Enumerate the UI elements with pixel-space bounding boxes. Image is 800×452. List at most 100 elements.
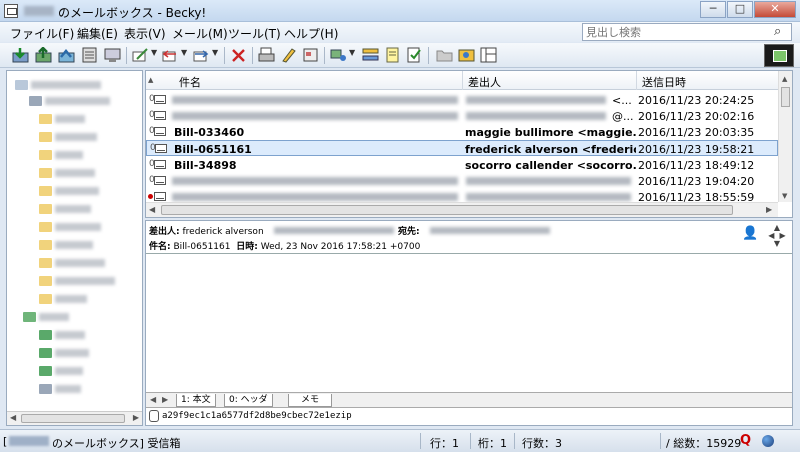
check-note-icon[interactable] [406,47,423,63]
folder-icon[interactable] [39,258,52,268]
filter-icon[interactable] [330,47,347,63]
plugin-icon[interactable] [458,47,475,63]
mailbox-icon[interactable] [15,80,28,90]
receive-mail-icon[interactable] [12,47,29,63]
print-icon[interactable] [258,47,275,63]
menu-tools[interactable]: ツール(T) [228,25,281,42]
title-bar: のメールボックス - Becky! ─ □ ✕ [0,0,800,22]
row-from: @... [612,110,634,123]
scroll-left-icon[interactable]: ◀ [10,413,16,422]
close-button[interactable]: ✕ [754,1,796,18]
sort-arrow-icon[interactable]: ▲ [148,76,153,84]
folder-icon[interactable] [39,204,52,214]
window-layout-toggle[interactable] [764,44,794,67]
send-receive-icon[interactable] [35,46,52,63]
search-input[interactable] [582,23,792,41]
message-row[interactable]: 0 <... 2016/11/23 20:24:25 [146,92,778,108]
address-book-icon[interactable] [81,47,98,63]
date-label: 日時: [236,242,258,252]
folder-icon[interactable] [39,222,52,232]
menu-file[interactable]: ファイル(F) [10,25,74,42]
scroll-down-icon[interactable]: ▼ [782,192,787,200]
reply-icon[interactable] [162,47,179,63]
message-row-selected[interactable]: 0 Bill-0651161 frederick alverson <frede… [146,140,778,156]
forward-icon[interactable] [193,47,210,63]
folder-icon[interactable] [39,330,52,340]
message-row[interactable]: 0 2016/11/23 19:04:20 [146,173,778,189]
folder-icon[interactable] [39,276,52,286]
folder-icon[interactable] [39,132,52,142]
compose-icon[interactable] [132,47,149,63]
folder-icon[interactable] [39,186,52,196]
sort-icon[interactable] [362,47,379,63]
screen-icon[interactable] [104,47,121,63]
column-divider[interactable] [636,71,637,90]
scroll-thumb[interactable] [161,205,733,215]
tab-scroll-right-icon[interactable]: ▶ [162,395,168,404]
message-row[interactable]: 0 Bill-033460 maggie bullimore <maggie.b… [146,124,778,140]
folder-icon[interactable] [39,150,52,160]
minimize-button[interactable]: ─ [700,1,726,18]
delete-icon[interactable] [230,47,247,63]
menu-view[interactable]: 表示(V) [124,25,166,42]
blurred-folder-label [55,133,97,141]
menu-edit[interactable]: 編集(E) [77,25,118,42]
folder-icon[interactable] [39,168,52,178]
folder-horizontal-scrollbar[interactable]: ◀ ▶ [7,411,142,425]
chevron-down-icon[interactable]: ▼ [151,48,157,57]
scroll-thumb[interactable] [781,87,790,107]
from-value[interactable]: frederick alverson [182,227,263,237]
scroll-right-icon[interactable]: ▶ [766,205,772,214]
add-contact-icon[interactable]: 👤 [742,226,758,241]
mailbox-icon[interactable] [29,96,42,106]
tab-scroll-left-icon[interactable]: ◀ [150,395,156,404]
scroll-up-icon[interactable]: ▲ [782,75,787,83]
search-icon[interactable]: ⌕ [774,24,781,39]
list-horizontal-scrollbar[interactable]: ◀ ▶ [146,202,778,217]
folder-icon[interactable] [436,47,453,63]
status-separator [660,433,661,449]
column-subject[interactable]: 件名 [179,74,201,90]
scroll-left-icon[interactable]: ◀ [149,205,155,214]
menu-help[interactable]: ヘルプ(H) [284,25,338,42]
folder-icon[interactable] [39,366,52,376]
message-list[interactable]: ▲ 件名 差出人 送信日時 0 <... 2016/11/23 20:24:25… [145,70,793,218]
folder-icon[interactable] [39,384,52,394]
message-row[interactable]: 0 Bill-34898 socorro callender <socorro.… [146,157,778,173]
chevron-down-icon[interactable]: ▼ [349,48,355,57]
scroll-right-icon[interactable]: ▶ [133,413,139,422]
mailbox-icon[interactable] [23,312,36,322]
list-vertical-scrollbar[interactable]: ▲ ▼ [778,71,792,202]
column-from[interactable]: 差出人 [468,74,501,90]
memo-icon[interactable] [384,47,401,63]
tab-memo[interactable]: メモ [288,394,333,407]
globe-icon[interactable] [762,435,774,447]
folder-icon[interactable] [39,294,52,304]
blurred-folder-label [55,223,101,231]
layout-icon[interactable] [480,47,497,63]
column-date[interactable]: 送信日時 [642,74,686,90]
pencil-icon[interactable] [280,47,297,63]
folder-icon[interactable] [39,348,52,358]
app-icon[interactable] [4,4,18,18]
properties-icon[interactable] [302,47,319,63]
navigation-arrows-icon[interactable]: ▲ ◀ ▶ ▼ [766,224,788,250]
tab-header[interactable]: 0: ヘッダ [224,394,273,407]
message-body[interactable] [146,255,792,391]
tab-body[interactable]: 1: 本文 [176,394,216,407]
attachment-name[interactable]: a29f9ec1c1a6577df2d8be9cbec72e1ezip [162,411,352,421]
message-row[interactable]: 0 @... 2016/11/23 20:02:16 [146,108,778,124]
folder-icon[interactable] [39,114,52,124]
chevron-down-icon[interactable]: ▼ [212,48,218,57]
row-from: frederick alverson <frederick.... [465,143,636,156]
maximize-button[interactable]: □ [727,1,753,18]
send-mail-icon[interactable] [58,47,75,63]
folder-tree[interactable]: ◀ ▶ [6,70,143,426]
chevron-down-icon[interactable]: ▼ [181,48,187,57]
envelope-icon [154,176,166,185]
scroll-thumb[interactable] [21,414,125,423]
column-divider[interactable] [462,71,463,90]
q-icon[interactable]: Q [740,433,751,448]
folder-icon[interactable] [39,240,52,250]
menu-mail[interactable]: メール(M) [172,25,228,42]
